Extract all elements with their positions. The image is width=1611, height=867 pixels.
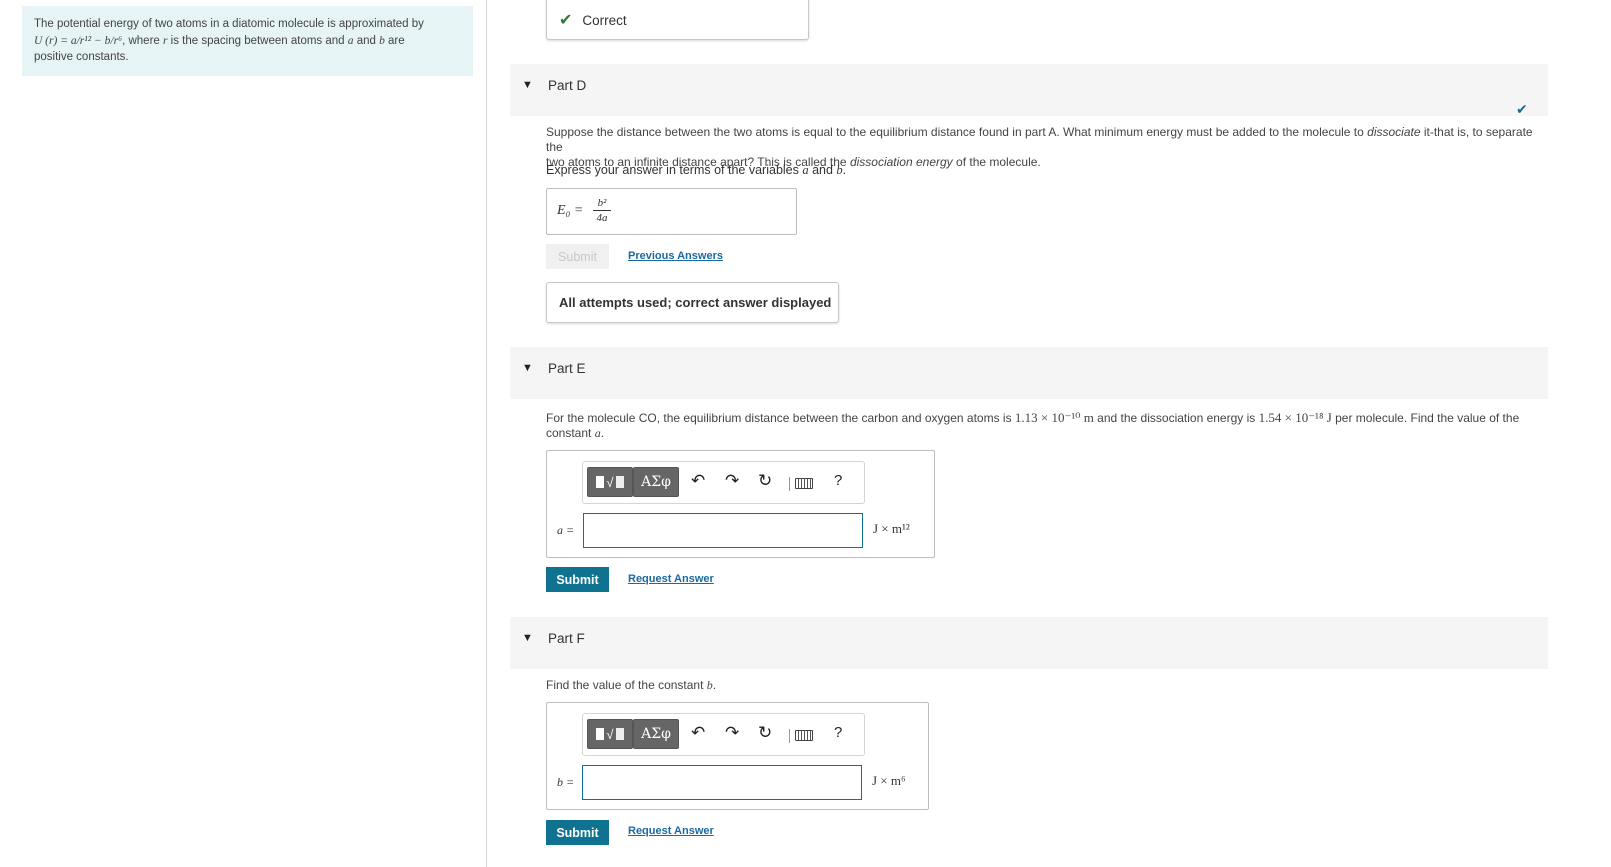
intro-line3: positive constants. — [34, 51, 129, 63]
express-text: and — [808, 163, 837, 177]
var-a: a — [594, 426, 601, 440]
question-text: and the dissociation energy is — [1093, 411, 1259, 425]
fraction-bar — [593, 210, 611, 211]
answer-fraction: b² 4a — [593, 197, 611, 224]
keyboard-icon[interactable] — [795, 730, 813, 741]
part-f-answer-editor: √ ΑΣφ ↶ ↷ ↻ ? b = J × m⁶ — [546, 702, 929, 810]
part-f-header[interactable]: ▼ Part F — [510, 617, 1548, 669]
part-f-variable-label: b = — [557, 775, 575, 789]
question-text: per molecule. Find the value of the — [1331, 411, 1520, 425]
toolbar-separator — [789, 729, 790, 743]
intro-text: and — [353, 34, 380, 47]
intro-line2: U (r) = a/r¹² − b/r⁶, where r is the spa… — [34, 33, 461, 50]
question-text: of the molecule. — [952, 155, 1041, 169]
fraction-sqrt-template-icon[interactable]: √ — [587, 719, 633, 749]
greek-symbols-button[interactable]: ΑΣφ — [633, 467, 679, 497]
question-text: constant — [546, 426, 595, 440]
redo-icon[interactable]: ↷ — [725, 723, 739, 743]
part-e-title: Part E — [548, 361, 586, 376]
toolbar-separator — [789, 477, 790, 491]
math-toolbar: √ ΑΣφ ↶ ↷ ↻ ? — [582, 713, 865, 756]
keyboard-icon[interactable] — [795, 478, 813, 489]
help-button[interactable]: ? — [834, 472, 842, 489]
part-f-submit-button[interactable]: Submit — [546, 820, 609, 845]
question-text: Suppose the distance between the two ato… — [546, 125, 1368, 139]
fraction-sqrt-template-icon[interactable]: √ — [587, 467, 633, 497]
part-d-submit-button[interactable]: Submit — [546, 244, 609, 269]
attempts-used-notice: All attempts used; correct answer displa… — [546, 282, 839, 323]
part-e-answer-input[interactable] — [583, 513, 863, 548]
part-f-answer-input[interactable] — [582, 765, 862, 800]
part-f-question: Find the value of the constant b. — [546, 678, 717, 692]
checkmark-icon: ✔ — [559, 12, 573, 29]
fraction-numerator: b² — [597, 197, 607, 209]
part-e-header[interactable]: ▼ Part E — [510, 347, 1548, 399]
equilibrium-distance: 1.13 × 10⁻¹⁰ m — [1014, 410, 1094, 425]
part-d-title: Part D — [548, 78, 587, 93]
part-f-units: J × m⁶ — [872, 773, 906, 788]
collapse-triangle-icon[interactable]: ▼ — [522, 79, 533, 91]
part-d-answer-display: E₀ = b² 4a — [546, 188, 797, 235]
column-divider — [486, 0, 487, 867]
intro-text: are — [384, 34, 405, 47]
greek-symbols-button[interactable]: ΑΣφ — [633, 719, 679, 749]
var-b: b — [706, 678, 713, 692]
redo-icon[interactable]: ↷ — [725, 471, 739, 491]
part-e-answer-editor: √ ΑΣφ ↶ ↷ ↻ ? a = J × m¹² — [546, 450, 935, 558]
undo-icon[interactable]: ↶ — [691, 471, 705, 491]
part-e-submit-button[interactable]: Submit — [546, 567, 609, 592]
part-d-header[interactable]: ▼ Part D — [510, 64, 1548, 116]
part-e-units: J × m¹² — [873, 521, 910, 536]
intro-text: , where — [122, 34, 163, 47]
potential-formula: U (r) = a/r¹² − b/r⁶ — [34, 34, 123, 47]
reset-icon[interactable]: ↻ — [758, 723, 772, 743]
part-f-request-answer-link[interactable]: Request Answer — [628, 825, 714, 837]
help-button[interactable]: ? — [834, 724, 842, 741]
express-text: . — [842, 163, 847, 177]
undo-icon[interactable]: ↶ — [691, 723, 705, 743]
problem-intro: The potential energy of two atoms in a d… — [22, 6, 473, 76]
express-text: Express your answer in terms of the vari… — [546, 163, 803, 177]
express-instruction: Express your answer in terms of the vari… — [546, 163, 846, 178]
intro-text: is the spacing between atoms and — [167, 34, 348, 47]
part-e-variable-label: a = — [557, 523, 575, 537]
question-text: Find the value of the constant — [546, 678, 707, 692]
part-complete-check-icon: ✔ — [1516, 101, 1528, 117]
question-text: For the molecule CO, the equilibrium dis… — [546, 411, 1015, 425]
reset-icon[interactable]: ↻ — [758, 471, 772, 491]
feedback-label: Correct — [582, 12, 627, 28]
collapse-triangle-icon[interactable]: ▼ — [522, 362, 533, 374]
question-emphasis: dissociation energy — [849, 155, 953, 169]
math-toolbar: √ ΑΣφ ↶ ↷ ↻ ? — [582, 461, 865, 504]
correct-feedback: ✔ Correct — [546, 0, 809, 40]
dissociation-energy: 1.54 × 10⁻¹⁸ J — [1258, 410, 1332, 425]
part-f-title: Part F — [548, 631, 585, 646]
collapse-triangle-icon[interactable]: ▼ — [522, 632, 533, 644]
answer-lhs: E₀ = — [557, 203, 584, 218]
part-e-request-answer-link[interactable]: Request Answer — [628, 573, 714, 585]
fraction-denominator: 4a — [596, 212, 608, 224]
question-emphasis: dissociate — [1367, 125, 1421, 139]
part-e-question: For the molecule CO, the equilibrium dis… — [546, 410, 1520, 440]
previous-answers-link[interactable]: Previous Answers — [628, 250, 723, 262]
intro-line1: The potential energy of two atoms in a d… — [34, 18, 424, 30]
